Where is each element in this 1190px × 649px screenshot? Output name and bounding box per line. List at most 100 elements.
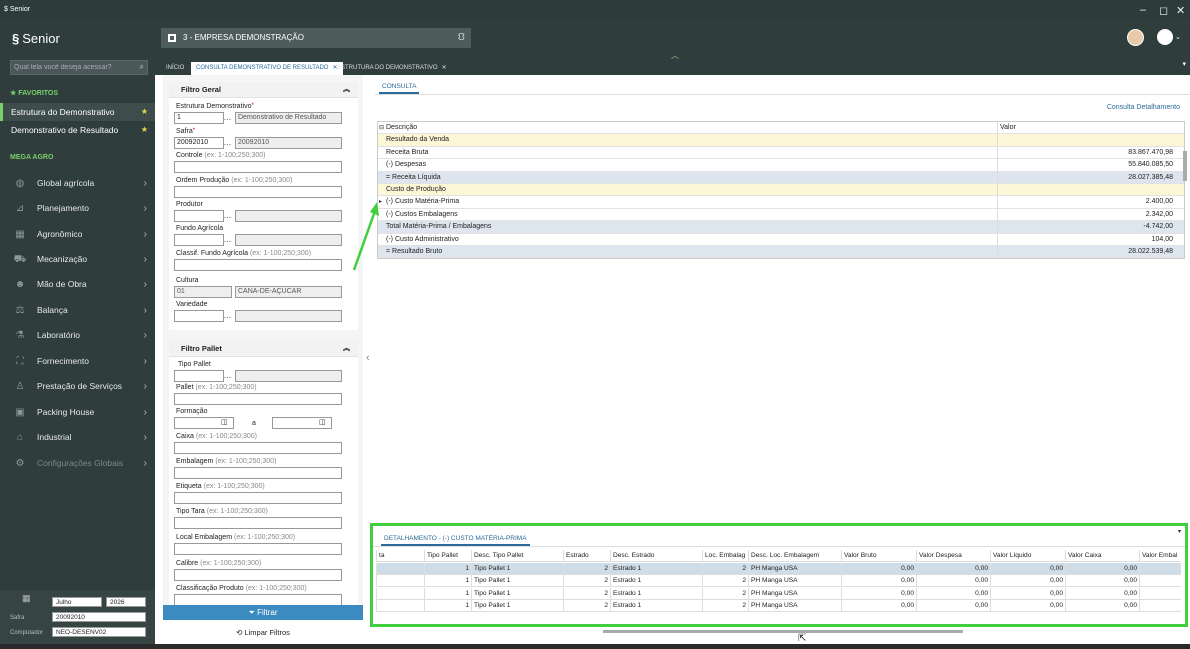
tabs-overflow-icon[interactable]: ▾ [1182, 60, 1186, 68]
table-row[interactable]: (-) Custos Embalagens 2.342,00 [378, 208, 1184, 222]
limpar-filtros-button[interactable]: ⟲ Limpar Filtros [163, 626, 363, 640]
safra-code-input[interactable]: 20092010 [174, 137, 224, 149]
column-header[interactable]: Valor Embal [1139, 550, 1181, 562]
menu-packing-house[interactable]: ▣ Packing House › [0, 400, 155, 425]
search-icon[interactable]: ⌕ [140, 62, 144, 72]
tab-estrutura-demonstrativo[interactable]: ESTRUTURA DO DEMONSTRATIVO ✕ [332, 62, 452, 75]
table-row[interactable]: Receita Bruta 83.867.470,98 [378, 146, 1184, 160]
table-row[interactable]: (-) Custo Administrativo 104,00 [378, 233, 1184, 246]
year-select[interactable]: 2026 [106, 597, 146, 607]
column-header[interactable]: Valor Despesa [916, 550, 990, 562]
table-row[interactable]: 1 Tipo Pallet 1 2 Estrado 1 2 PH Manga USA 0,0… [376, 562, 1181, 575]
column-header[interactable]: Valor Caixa [1065, 550, 1139, 562]
menu-agronomico[interactable]: ▦ Agronômico › [0, 222, 155, 247]
table-row[interactable]: (-) Despesas 55.840.085,50 [378, 159, 1184, 172]
table-row[interactable]: ▸ (-) Custo Matéria-Prima 2.400,00 [378, 196, 1184, 209]
minimize-button[interactable]: – [1140, 4, 1146, 16]
menu-balanca[interactable]: ⚖ Balança › [0, 298, 155, 323]
column-header[interactable]: Desc. Loc. Embalagem [748, 550, 841, 562]
table-row[interactable]: 1 Tipo Pallet 1 2 Estrado 1 2 PH Manga USA 0,0… [376, 587, 1181, 600]
calendar-icon[interactable]: ◫ [319, 418, 326, 426]
fundo-code-input[interactable] [174, 234, 224, 246]
column-header[interactable]: Desc. Tipo Pallet [471, 550, 563, 562]
lookup-icon[interactable]: … [222, 235, 233, 247]
calendar-icon[interactable]: ◫ [221, 418, 228, 426]
table-row[interactable]: Total Matéria-Prima / Embalagens -4.742,0… [378, 221, 1184, 234]
expand-icon[interactable]: ⊟ [379, 122, 386, 134]
embalagem-input[interactable] [174, 467, 342, 479]
tab-inicio[interactable]: INÍCIO [161, 62, 189, 75]
menu-mao-de-obra[interactable]: ☻ Mão de Obra › [0, 272, 155, 297]
pallet-input[interactable] [174, 393, 342, 405]
menu-planejamento[interactable]: ⊿ Planejamento › [0, 196, 155, 221]
table-row[interactable]: Resultado da Venda [378, 134, 1184, 147]
screen-search-input[interactable] [11, 61, 129, 74]
lookup-icon[interactable]: … [222, 311, 233, 323]
column-header[interactable]: Tipo Pallet [424, 550, 471, 562]
lookup-icon[interactable]: … [222, 113, 233, 125]
filtrar-button[interactable]: ⏷ Filtrar [163, 605, 363, 620]
caixa-input[interactable] [174, 442, 342, 454]
favorite-estrutura-demonstrativo[interactable]: Estrutura do Demonstrativo ★ [0, 103, 155, 121]
user-icon[interactable] [1157, 29, 1173, 45]
column-header[interactable]: Desc. Estrado [610, 550, 702, 562]
star-icon[interactable]: ★ [141, 103, 148, 121]
star-icon[interactable]: ★ [141, 121, 148, 139]
column-header[interactable]: Valor Líquido [990, 550, 1065, 562]
month-select[interactable]: Julho [52, 597, 102, 607]
computer-select[interactable]: NEO-DESENV02 [52, 627, 146, 637]
lookup-icon[interactable]: … [222, 138, 233, 150]
estrutura-code-input[interactable]: 1 [174, 112, 224, 124]
hierarchy-icon[interactable]: ⛻ [458, 28, 465, 48]
consulta-detalhamento-link[interactable]: Consulta Detalhamento [1107, 104, 1180, 111]
tab-detalhamento[interactable]: DETALHAMENTO - (-) CUSTO MATÉRIA-PRIMA [381, 535, 530, 546]
classificacao-produto-input[interactable] [174, 594, 342, 605]
produtor-code-input[interactable] [174, 210, 224, 222]
collapse-icon[interactable]: ︽ [343, 82, 350, 98]
tipo-pallet-code-input[interactable] [174, 370, 224, 382]
controle-input[interactable] [174, 161, 342, 173]
menu-mecanizacao[interactable]: ⛟ Mecanização › [0, 247, 155, 272]
table-row[interactable]: = Receita Líquida 28.027.385,48 [378, 171, 1184, 184]
column-header[interactable]: Estrado [563, 550, 610, 562]
close-icon[interactable]: ✕ [442, 65, 447, 71]
collapse-icon[interactable]: ︽ [343, 341, 350, 357]
variedade-code-input[interactable] [174, 310, 224, 322]
favorite-demonstrativo-resultado[interactable]: Demonstrativo de Resultado ★ [0, 121, 155, 139]
table-row[interactable]: Custo de Produção [378, 183, 1184, 197]
menu-global-agricola[interactable]: ◍ Global agrícola › [0, 171, 155, 196]
tab-consulta-demonstrativo[interactable]: CONSULTA DEMONSTRATIVO DE RESULTADO ✕ [191, 62, 343, 75]
classif-fundo-input[interactable] [174, 259, 342, 271]
menu-fornecimento[interactable]: ⛶ Fornecimento › [0, 349, 155, 374]
column-header[interactable]: Loc. Embalag [702, 550, 748, 562]
calibre-input[interactable] [174, 569, 342, 581]
menu-prestacao-servicos[interactable]: ♙ Prestação de Serviços › [0, 374, 155, 399]
menu-industrial[interactable]: ⌂ Industrial › [0, 425, 155, 450]
chevron-down-icon[interactable]: ⌄ [1175, 33, 1181, 41]
tab-consulta[interactable]: CONSULTA [379, 83, 420, 94]
lookup-icon[interactable]: … [222, 211, 233, 223]
close-window-button[interactable]: ✕ [1176, 4, 1185, 17]
tipo-tara-input[interactable] [174, 517, 342, 529]
column-header[interactable]: Valor Bruto [841, 550, 916, 562]
col-valor[interactable]: Valor [997, 122, 1177, 134]
table-row[interactable]: 1 Tipo Pallet 1 2 Estrado 1 2 PH Manga USA 0,0… [376, 575, 1181, 588]
table-row[interactable]: 1 Tipo Pallet 1 2 Estrado 1 2 PH Manga USA 0,0… [376, 600, 1181, 612]
col-descricao[interactable]: Descrição [386, 122, 996, 134]
column-header[interactable]: ta [376, 550, 424, 562]
local-embalagem-input[interactable] [174, 543, 342, 555]
ordem-producao-input[interactable] [174, 186, 342, 198]
menu-configuracoes-globais[interactable]: ⚙ Configurações Globais › [0, 451, 155, 476]
restore-button[interactable]: ◻ [1159, 4, 1168, 17]
menu-laboratorio[interactable]: ⚗ Laboratório › [0, 323, 155, 348]
company-selector[interactable]: 3 - EMPRESA DEMONSTRAÇÃO ⛻ [161, 28, 471, 48]
etiqueta-input[interactable] [174, 492, 342, 504]
avatar[interactable] [1127, 29, 1144, 46]
horizontal-scrollbar[interactable] [603, 630, 963, 633]
lookup-icon[interactable]: … [222, 371, 233, 383]
panel-menu-icon[interactable]: ▾ [1178, 528, 1181, 535]
scrollbar[interactable] [1183, 151, 1187, 181]
filtro-pallet-header[interactable]: Filtro Pallet ︽ [169, 341, 358, 357]
collapse-panel-icon[interactable]: ‹ [366, 352, 370, 364]
table-row[interactable]: = Resultado Bruto 28.022.539,48 [378, 245, 1184, 259]
